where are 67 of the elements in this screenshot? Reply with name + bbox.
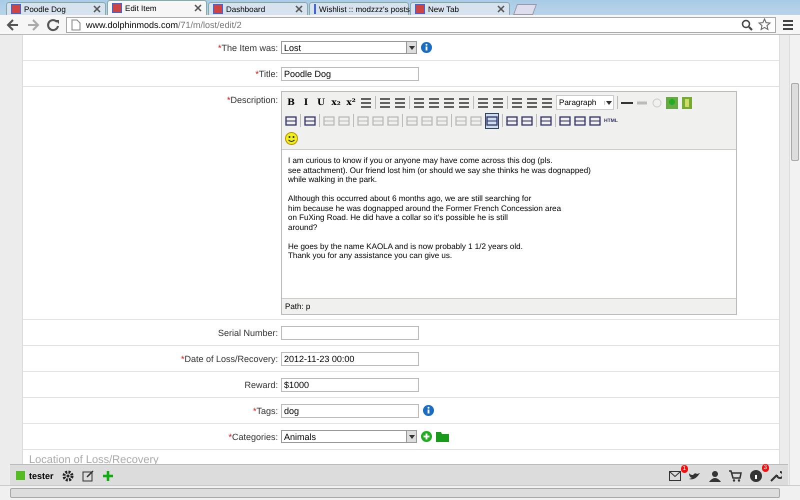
person-icon[interactable]	[709, 470, 721, 482]
format-select[interactable]: Paragraph	[556, 95, 614, 110]
username[interactable]: tester	[29, 470, 54, 480]
justify-icon[interactable]	[458, 96, 470, 110]
field-label: *Categories:	[227, 432, 279, 442]
browser-tab[interactable]: Wishlist :: modzzz's posts	[309, 2, 409, 15]
text-field[interactable]: 2012-11-23 00:00	[281, 352, 419, 366]
reload-icon[interactable]	[46, 18, 60, 32]
folder-icon[interactable]	[436, 431, 449, 442]
paragraph: I am curious to know if you or anyone may have come across this dog (pls. see attachment). Our friend lost him (or should we say she thinks he was dognapped) while walking in the park.	[288, 156, 592, 184]
browser-tab[interactable]: Poodle Dog	[6, 2, 106, 15]
favicon-icon	[11, 4, 21, 14]
bird-icon[interactable]	[689, 470, 701, 480]
select-field[interactable]: Lost	[281, 41, 417, 54]
grid-icon[interactable]	[485, 112, 499, 128]
rich-text-editor[interactable]	[281, 91, 737, 315]
dropdown-arrow-icon	[604, 100, 613, 104]
page-icon	[71, 18, 81, 30]
browser-tab[interactable]: Dashboard	[208, 2, 308, 15]
favicon-icon	[213, 4, 223, 14]
close-icon[interactable]	[295, 5, 303, 13]
field-label: Reward:	[243, 380, 279, 390]
mail-icon[interactable]	[669, 470, 681, 480]
scrollbar-thumb[interactable]	[10, 488, 780, 498]
close-icon[interactable]	[194, 4, 202, 12]
bold-button[interactable]: B	[285, 96, 297, 110]
editor-path: Path: p	[284, 301, 312, 313]
field-label: *Title:	[254, 68, 279, 78]
browser-tab[interactable]: New Tab	[410, 2, 510, 15]
editor-text[interactable]	[282, 149, 736, 299]
settings-icon[interactable]	[62, 470, 74, 482]
align-center-icon[interactable]	[428, 96, 440, 110]
underline-button[interactable]: U	[315, 96, 327, 110]
subscript-button[interactable]: x₂	[330, 96, 342, 110]
wrench-icon[interactable]	[770, 470, 782, 482]
paragraph: He goes by the name KAOLA and is now probably 1 1/2 years old. Thank you for any assistance you can give us.	[288, 242, 524, 260]
favicon-icon	[415, 4, 425, 14]
section-heading: Location of Loss/Recovery	[29, 454, 159, 466]
field-label: *Tags:	[252, 406, 279, 416]
text-field[interactable]: dog	[281, 404, 419, 418]
close-icon[interactable]	[93, 5, 101, 13]
browser-tab[interactable]: Edit Item	[107, 0, 207, 15]
text-field[interactable]	[281, 326, 419, 340]
field-label: *The Item was:	[216, 42, 279, 52]
cart-icon[interactable]	[729, 470, 742, 482]
field-label: *Description:	[226, 94, 279, 105]
align-left-icon[interactable]	[413, 96, 425, 110]
smiley-icon[interactable]	[285, 132, 298, 146]
align-right-icon[interactable]	[443, 96, 455, 110]
close-icon[interactable]	[497, 5, 505, 13]
text-field[interactable]: Poodle Dog	[281, 66, 419, 80]
star-icon[interactable]	[758, 18, 771, 31]
info-icon[interactable]	[750, 470, 762, 482]
italic-button[interactable]: I	[300, 96, 312, 110]
field-label: *Date of Loss/Recovery:	[180, 354, 279, 364]
paragraph: Although this occurred about 6 months ago, we are still searching for him because he was dognapped around the Former French Concession area on FuXing Road. He did have a collar so it's possible he is still around?	[288, 194, 562, 232]
select-field[interactable]: Animals	[281, 430, 417, 443]
scrollbar-thumb[interactable]	[791, 83, 799, 161]
field-label: Serial Number:	[216, 328, 279, 338]
back-icon[interactable]	[6, 18, 20, 32]
status-square-icon	[16, 471, 25, 480]
superscript-button[interactable]: x²	[345, 96, 357, 110]
menu-icon[interactable]	[782, 18, 794, 30]
address-bar[interactable]: www.dolphinmods.com/71/m/lost/edit/2	[66, 16, 776, 32]
favicon-icon	[112, 3, 122, 13]
zoom-icon[interactable]	[741, 18, 753, 30]
text-field[interactable]: $1000	[281, 378, 419, 392]
